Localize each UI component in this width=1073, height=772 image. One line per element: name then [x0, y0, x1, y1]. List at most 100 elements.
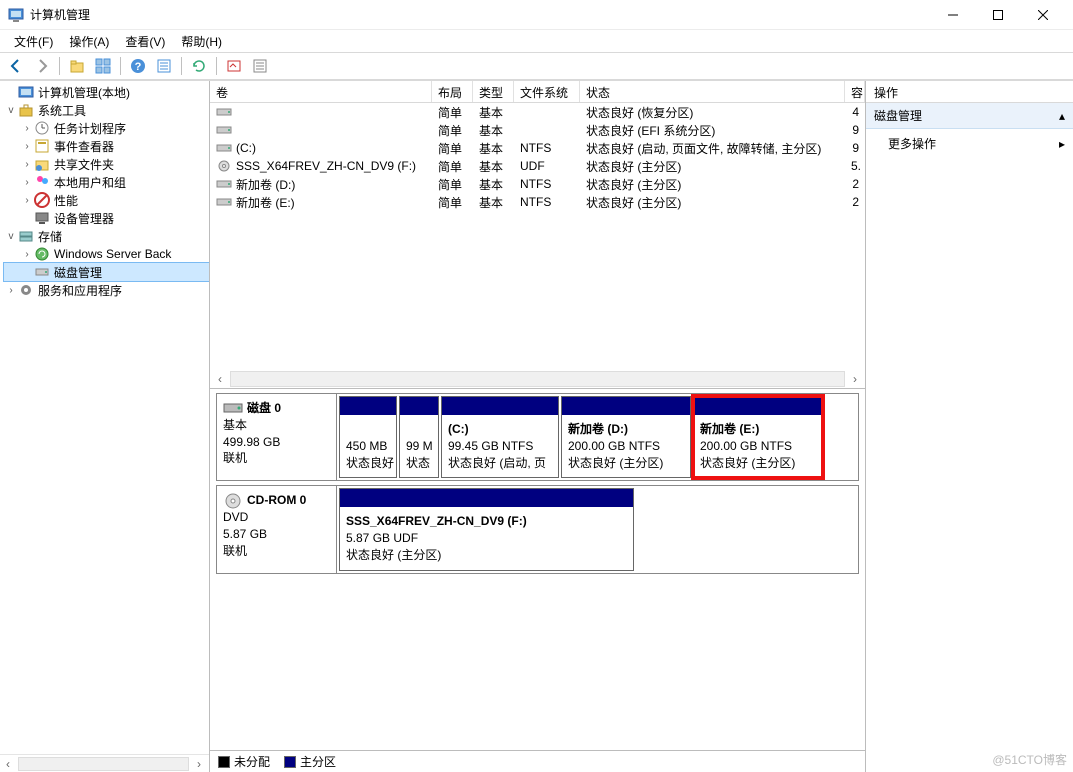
volume-header[interactable]: 卷 布局 类型 文件系统 状态 容 — [210, 81, 865, 103]
tree-storage[interactable]: v存储 — [4, 227, 209, 245]
col-status[interactable]: 状态 — [580, 81, 845, 102]
center-panel: 卷 布局 类型 文件系统 状态 容 简单基本状态良好 (恢复分区)4简单基本状态… — [210, 81, 866, 772]
col-volume[interactable]: 卷 — [210, 81, 432, 102]
tree-label: 系统工具 — [38, 102, 86, 119]
vol-status: 状态良好 (主分区) — [580, 158, 845, 175]
legend: 未分配 主分区 — [210, 750, 865, 772]
tree-wsb[interactable]: ›Windows Server Back — [4, 245, 209, 263]
view-button[interactable] — [91, 55, 115, 77]
hdd-icon — [223, 400, 243, 416]
volume-row[interactable]: 新加卷 (E:)简单基本NTFS状态良好 (主分区)2 — [210, 193, 865, 211]
vol-type: 基本 — [473, 140, 514, 157]
volume-row[interactable]: 简单基本状态良好 (EFI 系统分区)9 — [210, 121, 865, 139]
tree-performance[interactable]: ›性能 — [4, 191, 209, 209]
maximize-button[interactable] — [975, 0, 1020, 30]
part-title: (C:) — [448, 422, 469, 436]
menu-file[interactable]: 文件(F) — [6, 31, 61, 52]
volume-row[interactable]: 简单基本状态良好 (恢复分区)4 — [210, 103, 865, 121]
col-type[interactable]: 类型 — [473, 81, 514, 102]
volume-hscroll[interactable]: ‹› — [210, 370, 865, 388]
minimize-button[interactable] — [930, 0, 975, 30]
volume-row[interactable]: 新加卷 (D:)简单基本NTFS状态良好 (主分区)2 — [210, 175, 865, 193]
disk-0-partition[interactable]: 新加卷 (D:) 200.00 GB NTFS 状态良好 (主分区) — [561, 396, 691, 478]
disk-0-partition[interactable]: (C:)99.45 GB NTFS状态良好 (启动, 页 — [441, 396, 559, 478]
menu-help[interactable]: 帮助(H) — [173, 31, 230, 52]
cdrom-0-label: CD-ROM 0 DVD 5.87 GB 联机 — [217, 486, 337, 572]
part-title: 新加卷 (D:) — [568, 422, 628, 436]
settings-button[interactable] — [222, 55, 246, 77]
disk-0-partition[interactable]: 新加卷 (E:)200.00 GB NTFS状态良好 (主分区) — [693, 396, 823, 478]
cdrom-0-type: DVD — [223, 509, 330, 526]
nav-forward-button[interactable] — [30, 55, 54, 77]
part-size: 99 M — [406, 439, 433, 453]
actions-section[interactable]: 磁盘管理 ▴ — [866, 103, 1073, 129]
tree-shared-folders[interactable]: ›共享文件夹 — [4, 155, 209, 173]
menu-view[interactable]: 查看(V) — [117, 31, 173, 52]
cdrom-vol-title: SSS_X64FREV_ZH-CN_DV9 (F:) — [346, 514, 527, 528]
volume-rows[interactable]: 简单基本状态良好 (恢复分区)4简单基本状态良好 (EFI 系统分区)9(C:)… — [210, 103, 865, 370]
tree-local-users[interactable]: ›本地用户和组 — [4, 173, 209, 191]
menubar: 文件(F) 操作(A) 查看(V) 帮助(H) — [0, 30, 1073, 52]
vol-type: 基本 — [473, 122, 514, 139]
tree-label: 存储 — [38, 228, 62, 245]
disk-0-type: 基本 — [223, 417, 330, 434]
list-button[interactable] — [248, 55, 272, 77]
vol-status: 状态良好 (主分区) — [580, 194, 845, 211]
nav-back-button[interactable] — [4, 55, 28, 77]
disk-0-partition[interactable]: 99 M状态 — [399, 396, 439, 478]
volume-row[interactable]: SSS_X64FREV_ZH-CN_DV9 (F:)简单基本UDF状态良好 (主… — [210, 157, 865, 175]
vol-name: (C:) — [236, 141, 256, 155]
volume-list: 卷 布局 类型 文件系统 状态 容 简单基本状态良好 (恢复分区)4简单基本状态… — [210, 81, 865, 389]
legend-primary-swatch — [284, 756, 296, 768]
tree-device-manager[interactable]: 设备管理器 — [4, 209, 209, 227]
volume-row[interactable]: (C:)简单基本NTFS状态良好 (启动, 页面文件, 故障转储, 主分区)9 — [210, 139, 865, 157]
disk-0-status: 联机 — [223, 450, 330, 467]
vol-cap: 4 — [845, 105, 865, 119]
tree-root[interactable]: 计算机管理(本地) — [4, 83, 209, 101]
tree[interactable]: 计算机管理(本地) v系统工具 ›任务计划程序 ›事件查看器 ›共享文件夹 ›本… — [0, 81, 209, 754]
actions-section-label: 磁盘管理 — [874, 107, 922, 124]
actions-more[interactable]: 更多操作 ▸ — [866, 129, 1073, 158]
vol-status: 状态良好 (主分区) — [580, 176, 845, 193]
part-size: 200.00 GB NTFS — [568, 439, 660, 453]
vol-status: 状态良好 (启动, 页面文件, 故障转储, 主分区) — [580, 140, 845, 157]
refresh-button[interactable] — [187, 55, 211, 77]
vol-type: 基本 — [473, 158, 514, 175]
cdrom-0-row[interactable]: CD-ROM 0 DVD 5.87 GB 联机 SSS_X64FREV_ZH-C… — [216, 485, 859, 573]
vol-fs: NTFS — [514, 195, 580, 209]
vol-layout: 简单 — [432, 158, 473, 175]
vol-type: 基本 — [473, 104, 514, 121]
col-capacity[interactable]: 容 — [845, 81, 865, 102]
tree-label: 服务和应用程序 — [38, 282, 122, 299]
part-size: 450 MB — [346, 439, 387, 453]
cdrom-0-size: 5.87 GB — [223, 526, 330, 543]
tree-system-tools[interactable]: v系统工具 — [4, 101, 209, 119]
tree-label: 性能 — [54, 192, 78, 209]
cdrom-0-partitions: SSS_X64FREV_ZH-CN_DV9 (F:) 5.87 GB UDF 状… — [337, 486, 858, 572]
col-fs[interactable]: 文件系统 — [514, 81, 580, 102]
cdrom-0-volume[interactable]: SSS_X64FREV_ZH-CN_DV9 (F:) 5.87 GB UDF 状… — [339, 488, 634, 570]
actions-panel: 操作 磁盘管理 ▴ 更多操作 ▸ — [866, 81, 1073, 772]
up-button[interactable] — [65, 55, 89, 77]
menu-action[interactable]: 操作(A) — [61, 31, 117, 52]
tree-label: 共享文件夹 — [54, 156, 114, 173]
tree-label: 任务计划程序 — [54, 120, 126, 137]
app-icon — [8, 7, 24, 23]
tree-hscroll[interactable]: ‹› — [0, 754, 209, 772]
part-size: 99.45 GB NTFS — [448, 439, 533, 453]
disk-0-partition[interactable]: 450 MB状态良好 — [339, 396, 397, 478]
chevron-right-icon: ▸ — [1059, 137, 1065, 151]
help-button[interactable]: ? — [126, 55, 150, 77]
close-button[interactable] — [1020, 0, 1065, 30]
tree-task-scheduler[interactable]: ›任务计划程序 — [4, 119, 209, 137]
tree-event-viewer[interactable]: ›事件查看器 — [4, 137, 209, 155]
disk-icon — [216, 124, 232, 136]
cd-icon — [223, 493, 243, 509]
tree-disk-management[interactable]: 磁盘管理 — [4, 263, 209, 281]
col-layout[interactable]: 布局 — [432, 81, 473, 102]
disk-0-row[interactable]: 磁盘 0 基本 499.98 GB 联机 450 MB状态良好99 M状态(C:… — [216, 393, 859, 481]
tree-services-apps[interactable]: ›服务和应用程序 — [4, 281, 209, 299]
vol-layout: 简单 — [432, 194, 473, 211]
part-status: 状态良好 (主分区) — [568, 456, 663, 470]
props-button[interactable] — [152, 55, 176, 77]
